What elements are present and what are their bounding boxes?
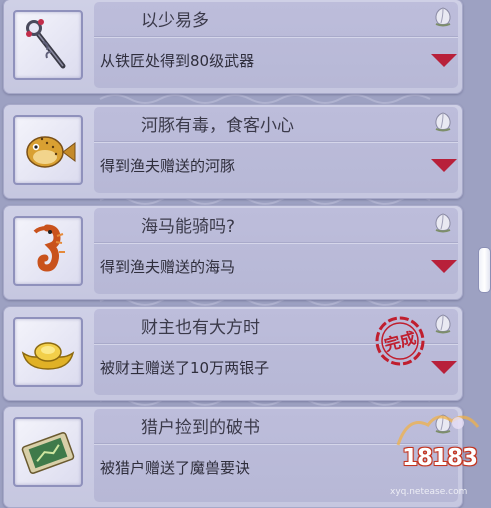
achievement-title: 河豚有毒，食客小心 <box>141 116 294 136</box>
gold-ingot-icon[interactable] <box>13 317 83 387</box>
achievement-description: 从铁匠处得到80级武器 <box>100 52 255 70</box>
watermark-logo: 18183 <box>402 445 478 471</box>
stamp-text: 完成 <box>382 328 418 355</box>
expand-chevron-icon[interactable] <box>430 258 458 274</box>
peach-icon <box>435 112 451 132</box>
achievement-card[interactable]: 以少易多 从铁匠处得到80级武器 <box>3 0 463 94</box>
expand-chevron-icon[interactable] <box>430 157 458 173</box>
seahorse-icon[interactable] <box>13 216 83 286</box>
achievement-title: 海马能骑吗? <box>141 217 236 237</box>
scroll-book-icon[interactable] <box>13 417 83 487</box>
scrollbar-thumb[interactable] <box>478 247 491 293</box>
achievement-title: 猎户捡到的破书 <box>141 418 260 438</box>
achievement-card[interactable]: 河豚有毒，食客小心 得到渔夫赠送的河豚 <box>3 104 463 199</box>
peach-icon <box>435 7 451 27</box>
peach-icon <box>435 213 451 233</box>
achievement-title: 以少易多 <box>141 11 209 31</box>
achievement-card[interactable]: 财主也有大方时 被财主赠送了10万两银子 完成 <box>3 306 463 401</box>
achievement-description: 被财主赠送了10万两银子 <box>100 359 270 377</box>
achievement-description: 得到渔夫赠送的河豚 <box>100 157 236 175</box>
expand-chevron-icon[interactable] <box>430 359 458 375</box>
achievement-card[interactable]: 海马能骑吗? 得到渔夫赠送的海马 <box>3 205 463 300</box>
achievement-title: 财主也有大方时 <box>141 318 260 338</box>
achievement-description: 被猎户赠送了魔兽要诀 <box>100 459 251 477</box>
site-watermark: 18183 xyq.netease.com <box>388 405 491 501</box>
peach-icon <box>435 314 451 334</box>
magic-staff-icon[interactable] <box>13 10 83 80</box>
watermark-url: xyq.netease.com <box>390 487 468 497</box>
achievement-description: 得到渔夫赠送的海马 <box>100 258 236 276</box>
expand-chevron-icon[interactable] <box>430 52 458 68</box>
pufferfish-icon[interactable] <box>13 115 83 185</box>
completed-stamp: 完成 <box>375 316 425 366</box>
